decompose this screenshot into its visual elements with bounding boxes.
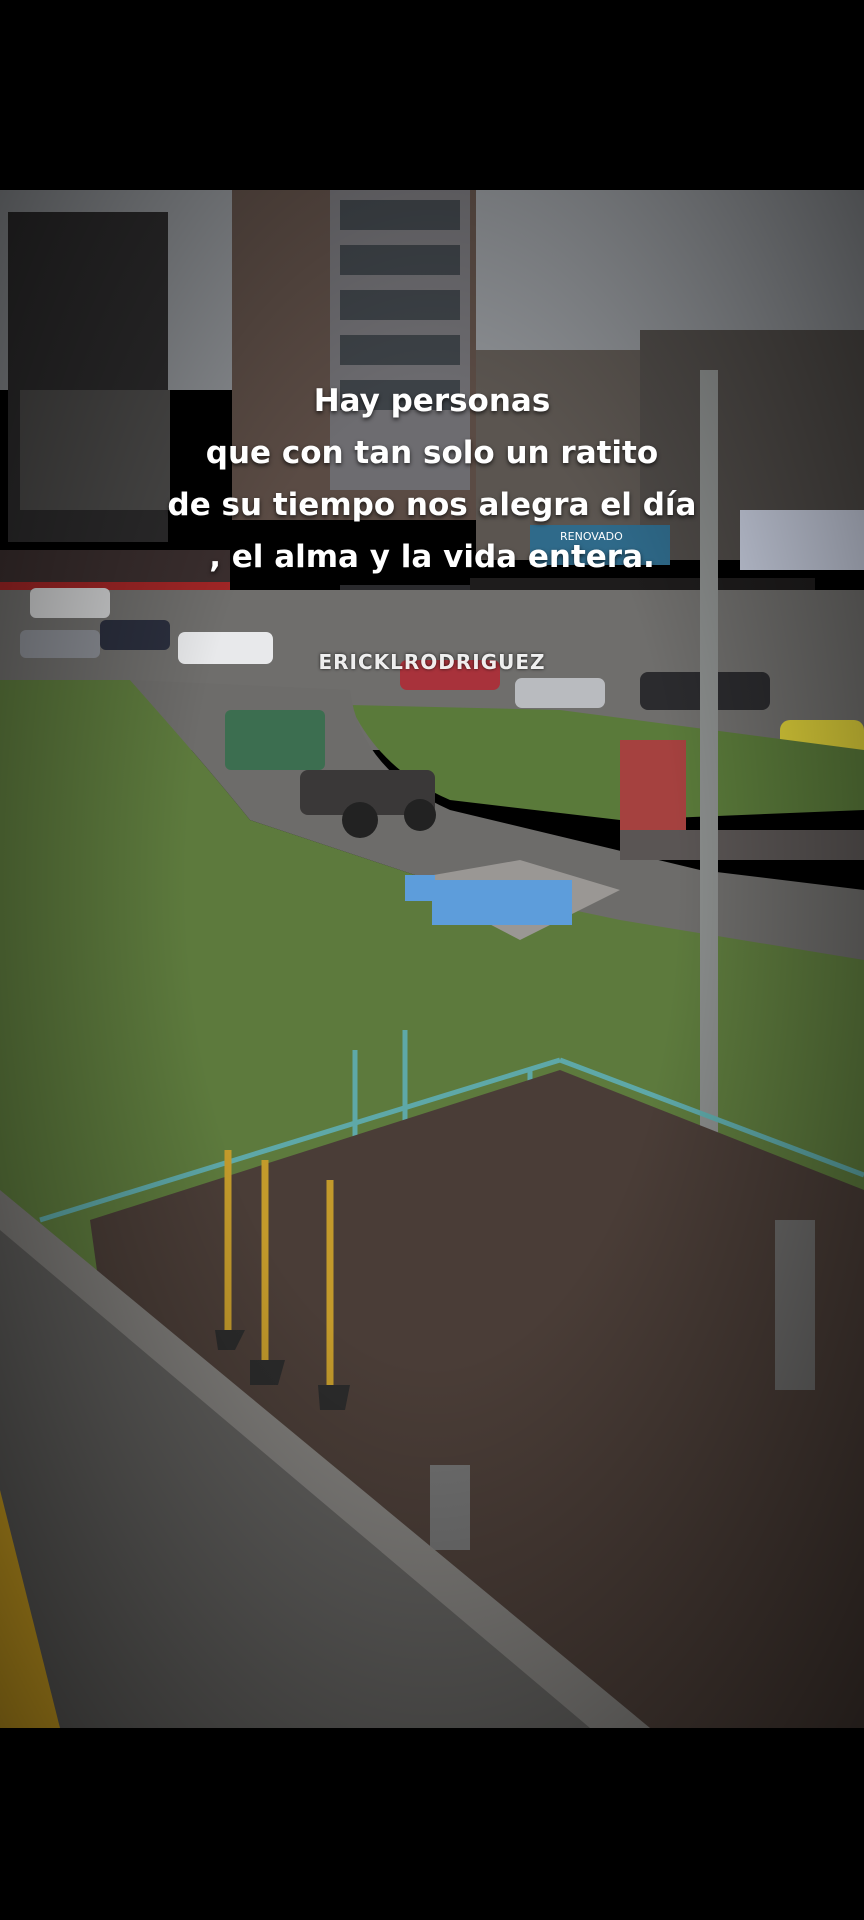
caption-line-2: que con tan solo un ratito — [205, 435, 659, 471]
letterbox-bottom — [0, 1728, 864, 1920]
watermark: ERICKLRODRIGUEZ — [318, 650, 546, 674]
caption-line-3: de su tiempo nos alegra el día — [167, 487, 697, 523]
quote-caption: Hay personas que con tan solo un ratito … — [0, 375, 864, 583]
street-photo: RENOVADO CRUZ DEL SUR — [0, 190, 864, 1728]
caption-line-4: , el alma y la vida entera. — [209, 539, 655, 575]
letterbox-top — [0, 0, 864, 190]
caption-line-1: Hay personas — [313, 383, 551, 419]
